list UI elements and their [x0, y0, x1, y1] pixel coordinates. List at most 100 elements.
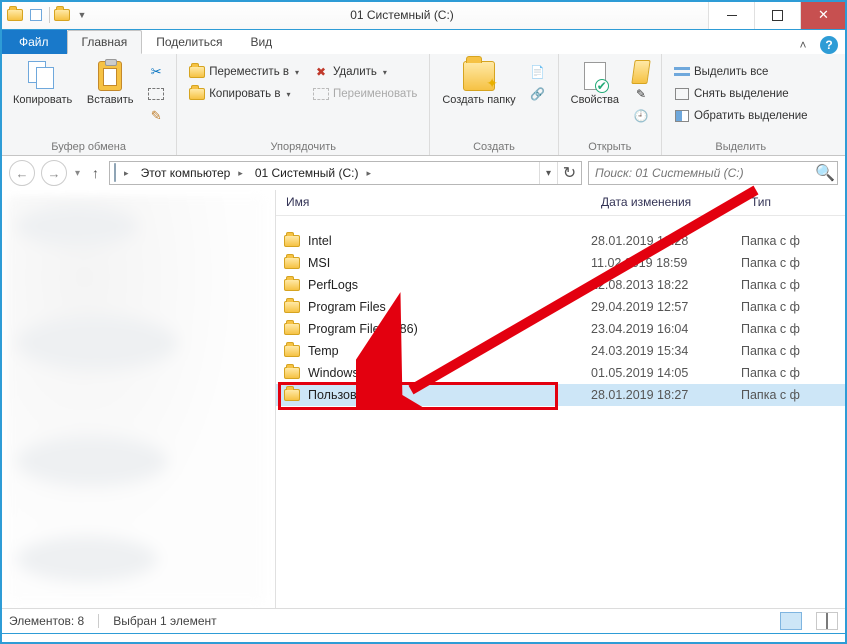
view-details-button[interactable] — [780, 612, 802, 630]
table-row[interactable]: Program Files (x86)23.04.2019 16:04Папка… — [276, 318, 846, 340]
group-label: Выделить — [670, 139, 812, 153]
history-dropdown-icon[interactable]: ▾ — [73, 168, 82, 179]
new-item-button[interactable]: 📄 — [526, 62, 550, 82]
paste-button[interactable]: Вставить — [82, 58, 138, 108]
history-button[interactable]: 🕘 — [629, 106, 653, 126]
address-bar[interactable]: ▸ Этот компьютер ▸ 01 Системный (C:) ▸ ▾… — [109, 161, 582, 185]
back-button[interactable]: ← — [9, 160, 35, 186]
breadcrumb-caret-icon[interactable]: ▸ — [234, 168, 247, 179]
breadcrumb-root[interactable]: Этот компьютер — [133, 166, 235, 180]
easy-access-button[interactable]: 🔗 — [526, 84, 550, 104]
column-date[interactable]: Дата изменения — [591, 190, 741, 215]
cell-name: Program Files (x86) — [306, 322, 591, 336]
copy-to-icon — [189, 86, 205, 102]
copy-to-button[interactable]: Копировать в — [185, 84, 303, 104]
table-row[interactable]: Пользователи28.01.2019 18:27Папка с ф — [276, 384, 846, 406]
file-list[interactable]: Имя Дата изменения Тип Intel28.01.2019 1… — [276, 190, 846, 608]
invert-selection-icon — [674, 108, 690, 124]
window-title: 01 Системный (C:) — [96, 8, 708, 22]
breadcrumb-caret-icon[interactable]: ▸ — [120, 168, 133, 179]
qat-item[interactable] — [27, 7, 45, 23]
folder-icon — [276, 367, 306, 379]
move-to-icon — [189, 64, 205, 80]
minimize-button[interactable] — [708, 1, 754, 29]
close-button[interactable]: ✕ — [800, 1, 846, 29]
column-type[interactable]: Тип — [741, 190, 846, 215]
copy-path-button[interactable] — [144, 84, 168, 104]
ribbon-group-clipboard: Копировать Вставить Буфер обмена — [1, 54, 177, 155]
cell-date: 22.08.2013 18:22 — [591, 278, 741, 292]
tab-home[interactable]: Главная — [67, 30, 143, 54]
edit-button[interactable]: ✎ — [629, 84, 653, 104]
cell-date: 28.01.2019 18:27 — [591, 388, 741, 402]
file-tab[interactable]: Файл — [1, 30, 67, 54]
tab-share[interactable]: Поделиться — [142, 30, 236, 54]
group-label: Открыть — [567, 139, 653, 153]
cell-type: Папка с ф — [741, 366, 846, 380]
delete-button[interactable]: Удалить — [309, 62, 421, 82]
cell-date: 01.05.2019 14:05 — [591, 366, 741, 380]
table-row[interactable]: Intel28.01.2019 19:28Папка с ф — [276, 230, 846, 252]
column-headers[interactable]: Имя Дата изменения Тип — [276, 190, 846, 216]
cell-date: 11.02.2019 18:59 — [591, 256, 741, 270]
table-row[interactable]: Program Files29.04.2019 12:57Папка с ф — [276, 296, 846, 318]
rename-button[interactable]: Переименовать — [309, 84, 421, 104]
collapse-ribbon-icon[interactable]: ˄ — [794, 36, 812, 54]
select-none-button[interactable]: Снять выделение — [670, 84, 812, 104]
search-box[interactable]: 🔍 — [588, 161, 838, 185]
qat-dropdown-icon[interactable]: ▼ — [74, 7, 90, 23]
cell-date: 28.01.2019 19:28 — [591, 234, 741, 248]
open-button[interactable] — [629, 62, 653, 82]
select-all-button[interactable]: Выделить все — [670, 62, 812, 82]
ribbon-group-select: Выделить все Снять выделение Обратить вы… — [662, 54, 820, 155]
cell-type: Папка с ф — [741, 388, 846, 402]
paste-shortcut-button[interactable] — [144, 106, 168, 126]
new-folder-button[interactable]: ✦ Создать папку — [438, 58, 519, 108]
table-row[interactable]: Temp24.03.2019 15:34Папка с ф — [276, 340, 846, 362]
breadcrumb-drive[interactable]: 01 Системный (C:) — [247, 166, 363, 180]
select-all-icon — [674, 64, 690, 80]
cell-type: Папка с ф — [741, 300, 846, 314]
folder-icon — [276, 235, 306, 247]
properties-button[interactable]: Свойства — [567, 58, 623, 108]
ribbon: Копировать Вставить Буфер обмена Перемес… — [0, 54, 847, 156]
edit-icon: ✎ — [633, 86, 649, 102]
view-large-icons-button[interactable] — [816, 612, 838, 630]
folder-icon — [276, 301, 306, 313]
tab-view[interactable]: Вид — [236, 30, 286, 54]
forward-button[interactable]: → — [41, 160, 67, 186]
navigation-pane[interactable] — [1, 190, 276, 608]
cell-name: Windows — [306, 366, 591, 380]
breadcrumb-caret-icon[interactable]: ▸ — [362, 168, 375, 179]
ribbon-tabs: Файл Главная Поделиться Вид ˄ ? — [0, 30, 847, 54]
table-row[interactable]: PerfLogs22.08.2013 18:22Папка с ф — [276, 274, 846, 296]
invert-selection-button[interactable]: Обратить выделение — [670, 106, 812, 126]
cell-name: Temp — [306, 344, 591, 358]
move-to-button[interactable]: Переместить в — [185, 62, 303, 82]
search-icon[interactable]: 🔍 — [813, 163, 837, 183]
status-selection: Выбран 1 элемент — [113, 614, 216, 628]
table-row[interactable]: MSI11.02.2019 18:59Папка с ф — [276, 252, 846, 274]
titlebar: ▼ 01 Системный (C:) ✕ — [0, 0, 847, 30]
column-name[interactable]: Имя — [276, 190, 591, 215]
ribbon-group-open: Свойства ✎ 🕘 Открыть — [559, 54, 662, 155]
refresh-icon[interactable]: ↻ — [557, 162, 581, 184]
search-input[interactable] — [589, 166, 813, 180]
cell-type: Папка с ф — [741, 344, 846, 358]
folder-icon — [276, 279, 306, 291]
help-icon[interactable]: ? — [820, 36, 838, 54]
cut-button[interactable] — [144, 62, 168, 82]
status-bar: Элементов: 8 Выбран 1 элемент — [0, 608, 847, 634]
copy-button[interactable]: Копировать — [9, 58, 76, 108]
table-row[interactable]: Windows01.05.2019 14:05Папка с ф — [276, 362, 846, 384]
scissors-icon — [148, 64, 164, 80]
cell-type: Папка с ф — [741, 322, 846, 336]
address-dropdown-icon[interactable]: ▾ — [539, 162, 557, 184]
up-button[interactable]: ↑ — [88, 165, 103, 181]
quick-access-toolbar: ▼ — [1, 7, 96, 23]
maximize-button[interactable] — [754, 1, 800, 29]
group-label: Буфер обмена — [9, 139, 168, 153]
paste-shortcut-icon — [148, 108, 164, 124]
group-label: Упорядочить — [185, 139, 421, 153]
qat-item[interactable] — [54, 7, 70, 23]
